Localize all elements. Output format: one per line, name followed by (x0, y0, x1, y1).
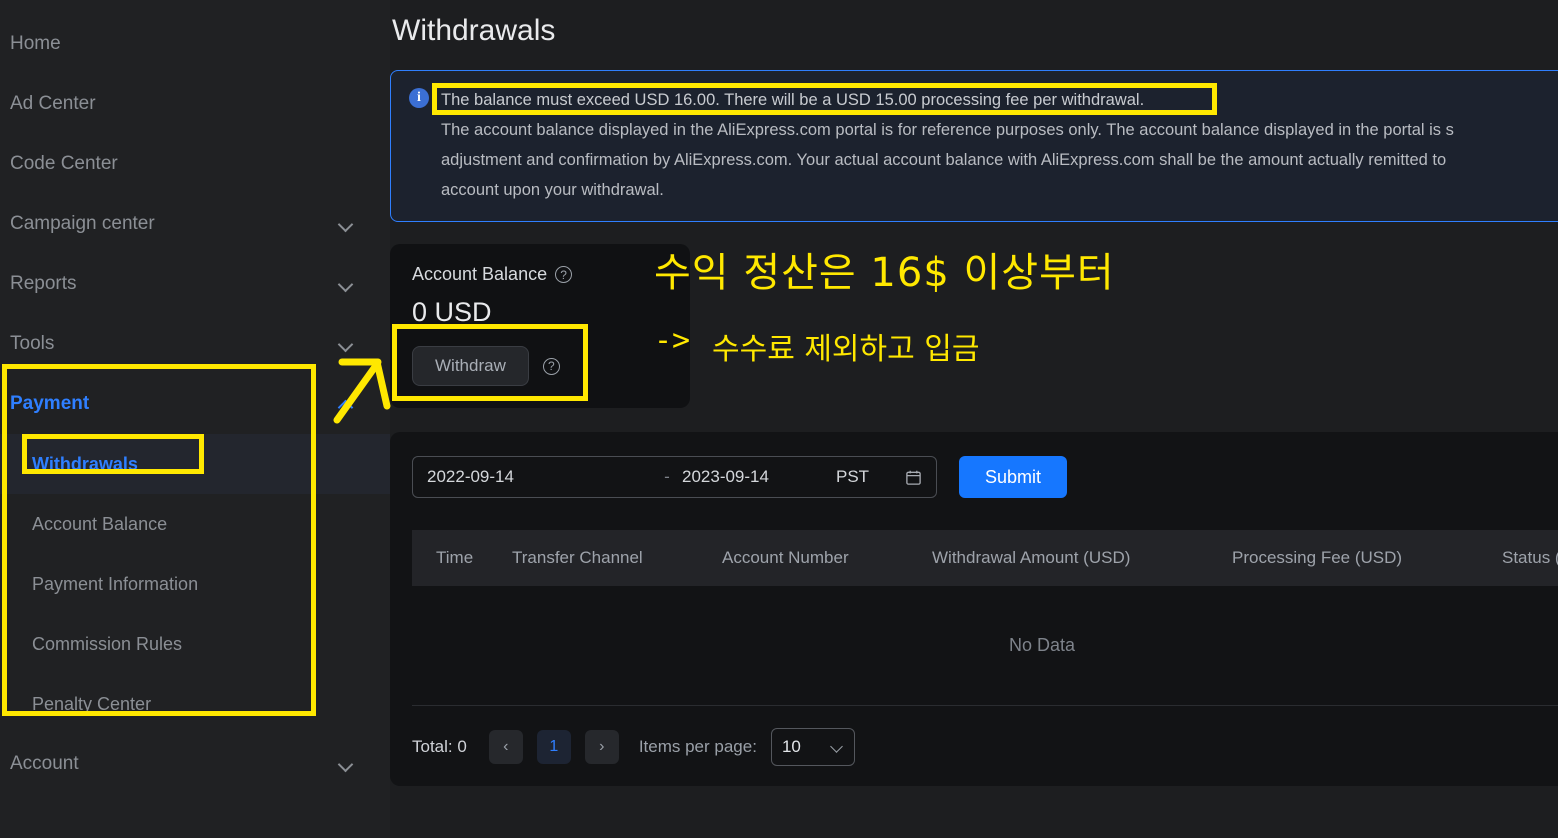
column-header-status: Status ( (1502, 548, 1558, 567)
withdraw-button[interactable]: Withdraw (412, 346, 529, 386)
sidebar-item-code-center[interactable]: Code Center (0, 134, 390, 194)
items-per-page-label: Items per page: (638, 737, 757, 756)
question-mark-icon[interactable]: ? (555, 266, 573, 283)
chevron-up-icon (338, 396, 354, 412)
sidebar-item-account-balance[interactable]: Account Balance (0, 494, 390, 554)
chevron-right-icon[interactable]: › (584, 730, 619, 764)
sidebar-item-label: Payment (10, 393, 90, 414)
sidebar-item-label: Account (10, 753, 79, 774)
info-icon: i (409, 88, 429, 108)
chevron-down-icon (831, 741, 844, 754)
table-body: No Data (412, 586, 1558, 706)
account-balance-header: Account Balance ? (412, 264, 668, 285)
sidebar-subitem-label: Account Balance (32, 513, 168, 534)
sidebar-item-label: Home (10, 33, 61, 54)
account-balance-amount: 0 USD (412, 297, 492, 327)
sidebar-item-label: Tools (10, 333, 55, 354)
sidebar-item-payment-information[interactable]: Payment Information (0, 554, 390, 614)
submit-button[interactable]: Submit (959, 456, 1068, 498)
chevron-down-icon (338, 336, 354, 352)
table-header-row: Time Transfer Channel Account Number Wit… (412, 530, 1558, 586)
sidebar-item-withdrawals[interactable]: Withdrawals (0, 434, 390, 494)
sidebar-subitem-label: Payment Information (32, 573, 199, 594)
sidebar-item-account[interactable]: Account (0, 734, 390, 794)
calendar-icon[interactable] (905, 469, 922, 486)
column-header-processing-fee: Processing Fee (USD) (1232, 548, 1403, 567)
total-count-label: Total: 0 (412, 737, 467, 756)
date-range-picker[interactable]: 2022-09-14 - 2023-09-14 PST (412, 456, 937, 498)
column-header-withdrawal-amount: Withdrawal Amount (USD) (932, 548, 1131, 567)
items-per-page-select[interactable]: 10 (770, 728, 855, 766)
sidebar: Home Ad Center Code Center Campaign cent… (0, 0, 390, 838)
withdrawals-table: Time Transfer Channel Account Number Wit… (412, 530, 1558, 706)
sidebar-item-tools[interactable]: Tools (0, 314, 390, 374)
date-separator: - (664, 467, 670, 486)
info-banner-text: The balance must exceed USD 16.00. There… (441, 85, 1558, 205)
chevron-down-icon (338, 276, 354, 292)
account-balance-card: Account Balance ? 0 USD Withdraw ? (390, 244, 690, 408)
banner-line-3: adjustment and confirmation by AliExpres… (441, 151, 1447, 169)
banner-line-2: The account balance displayed in the Ali… (441, 121, 1454, 139)
page-title: Withdrawals (392, 14, 556, 47)
column-header-transfer-channel: Transfer Channel (512, 548, 643, 567)
chevron-left-icon[interactable]: ‹ (488, 730, 523, 764)
pagination: Total: 0 ‹ 1 › Items per page: 10 (412, 706, 1558, 766)
banner-line-1: The balance must exceed USD 16.00. There… (441, 91, 1145, 109)
column-header-account-number: Account Number (722, 548, 849, 567)
column-header-time: Time (436, 548, 474, 567)
chevron-down-icon (338, 756, 354, 772)
withdrawals-panel: 2022-09-14 - 2023-09-14 PST Submit Time … (390, 432, 1558, 786)
filter-row: 2022-09-14 - 2023-09-14 PST Submit (412, 456, 1558, 498)
date-start-input[interactable]: 2022-09-14 (427, 467, 652, 487)
sidebar-item-home[interactable]: Home (0, 14, 390, 74)
sidebar-item-commission-rules[interactable]: Commission Rules (0, 614, 390, 674)
sidebar-item-label: Ad Center (10, 93, 96, 114)
sidebar-submenu-payment: Withdrawals Account Balance Payment Info… (0, 434, 390, 734)
chevron-down-icon (338, 216, 354, 232)
question-mark-icon[interactable]: ? (542, 357, 560, 375)
info-banner: i The balance must exceed USD 16.00. The… (390, 70, 1558, 222)
sidebar-item-label: Reports (10, 273, 77, 294)
sidebar-item-payment[interactable]: Payment (0, 374, 390, 434)
banner-line-4: account upon your withdrawal. (441, 181, 664, 199)
timezone-label: PST (836, 467, 870, 486)
sidebar-item-penalty-center[interactable]: Penalty Center (0, 674, 390, 734)
sidebar-subitem-label: Commission Rules (32, 633, 183, 654)
account-balance-label: Account Balance (412, 264, 548, 284)
sidebar-subitem-label: Penalty Center (32, 693, 152, 714)
sidebar-item-reports[interactable]: Reports (0, 254, 390, 314)
account-balance-actions: Withdraw ? (412, 346, 668, 386)
items-per-page-value: 10 (781, 737, 801, 756)
sidebar-item-label: Code Center (10, 153, 118, 174)
main-content: Withdrawals i The balance must exceed US… (390, 0, 1558, 838)
sidebar-item-ad-center[interactable]: Ad Center (0, 74, 390, 134)
date-end-input[interactable]: 2023-09-14 (682, 467, 832, 487)
sidebar-item-campaign-center[interactable]: Campaign center (0, 194, 390, 254)
sidebar-item-label: Campaign center (10, 213, 155, 234)
sidebar-subitem-label: Withdrawals (32, 453, 138, 474)
page-1-button[interactable]: 1 (536, 730, 571, 764)
empty-state-text: No Data (1008, 635, 1076, 655)
withdrawals-page: Home Ad Center Code Center Campaign cent… (0, 0, 1558, 838)
